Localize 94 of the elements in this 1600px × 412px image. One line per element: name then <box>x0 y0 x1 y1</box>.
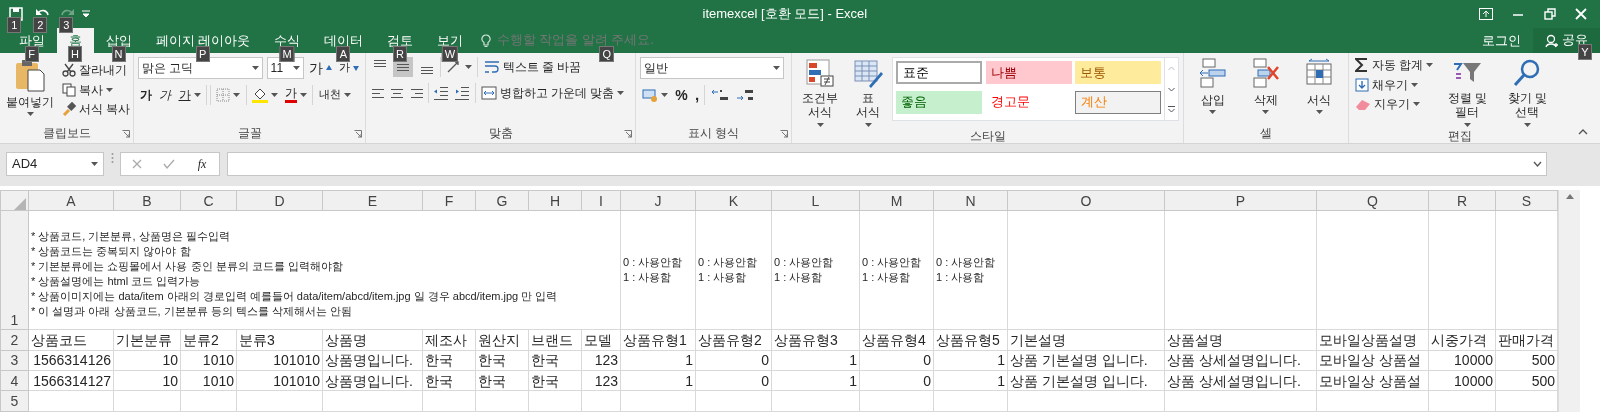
group-label: 글꼴 <box>237 126 262 141</box>
table-cell: 분류2 <box>180 329 237 351</box>
table-cell: 101010 <box>236 370 323 391</box>
table-cell: 10000 <box>1428 350 1496 371</box>
table-cell: 1 <box>771 370 860 391</box>
group-label: 셀 <box>1260 126 1272 141</box>
table-cell: 101010 <box>236 350 323 371</box>
table-cell: 1010 <box>180 350 237 371</box>
keytip-tooltip: N <box>111 46 126 62</box>
keytip-tooltip: 1 <box>7 17 22 33</box>
table-cell: 한국 <box>475 370 529 391</box>
table-cell: 1 <box>620 350 696 371</box>
keytip-tooltip: P <box>195 46 210 62</box>
table-cell: 한국 <box>475 350 529 371</box>
table-cell: 제조사 <box>422 329 476 351</box>
table-cell: 판매가격 <box>1495 329 1558 351</box>
table-cell: 1 <box>620 370 696 391</box>
table-cell: 시중가격 <box>1428 329 1496 351</box>
table-cell: 분류3 <box>236 329 323 351</box>
table-cell: 상품 기본설명 입니다. <box>1007 370 1165 391</box>
cell-text: 0 : 사용안함 <box>774 255 835 271</box>
table-cell: 기본분류 <box>113 329 181 351</box>
table-cell: 1 <box>771 350 860 371</box>
group-label: 스타일 <box>969 128 1006 144</box>
table-cell: 상품명입니다. <box>322 370 423 391</box>
table-cell: 상품유형2 <box>695 329 772 351</box>
table-cell: 한국 <box>422 370 476 391</box>
cell-text: 1 : 사용함 <box>623 270 673 286</box>
table-cell: 10000 <box>1428 370 1496 391</box>
table-cell: 123 <box>581 350 621 371</box>
table-cell: 한국 <box>422 350 476 371</box>
table-cell: 1 <box>933 350 1008 371</box>
cell-text: 0 : 사용안함 <box>623 255 684 271</box>
table-cell: 모델 <box>581 329 621 351</box>
table-cell: 상품설명 <box>1164 329 1317 351</box>
table-cell: 1 <box>933 370 1008 391</box>
cell-text: 1 : 사용함 <box>698 270 748 286</box>
table-cell: 한국 <box>528 370 582 391</box>
table-cell: 모바일상 상품설 <box>1316 370 1429 391</box>
table-cell: 10 <box>113 370 181 391</box>
note-text: * 이 설명과 아래 상품코드, 기본분류 등의 텍스를 삭제해서는 안됨 <box>31 304 353 320</box>
cell-text: 0 : 사용안함 <box>936 255 997 271</box>
table-cell: 1566314127 <box>28 370 114 391</box>
keytip-tooltip: Y <box>1578 44 1592 60</box>
keytip-tooltip: R <box>393 46 407 62</box>
keytip-tooltip: Q <box>599 46 615 62</box>
table-cell: 상품명입니다. <box>322 350 423 371</box>
table-cell: 상품코드 <box>28 329 114 351</box>
table-cell: 0 <box>695 350 772 371</box>
cell-text: 1 : 사용함 <box>862 270 912 286</box>
table-cell: 500 <box>1495 370 1558 391</box>
table-cell: 상품유형3 <box>771 329 860 351</box>
table-cell: 0 <box>695 370 772 391</box>
cell-text: 0 : 사용안함 <box>862 255 923 271</box>
group-label: 맞춤 <box>488 126 513 141</box>
table-cell: 상품 기본설명 입니다. <box>1007 350 1165 371</box>
table-cell: 0 <box>859 350 934 371</box>
table-cell: 0 <box>859 370 934 391</box>
table-cell: 상품명 <box>322 329 423 351</box>
note-text: * 상품설명에는 html 코드 입력가능 <box>31 274 202 290</box>
keytip-tooltip: F <box>24 46 39 62</box>
cell-text: 0 : 사용안함 <box>698 255 759 271</box>
table-cell: 1010 <box>180 370 237 391</box>
cell-text: 1 : 사용함 <box>774 270 824 286</box>
keytip-tooltip: 3 <box>59 17 74 33</box>
group-label: 표시 형식 <box>687 126 740 141</box>
table-cell: 123 <box>581 370 621 391</box>
table-cell: 10 <box>113 350 181 371</box>
table-cell: 상품 상세설명입니다. <box>1164 350 1317 371</box>
table-cell: 1566314126 <box>28 350 114 371</box>
table-cell: 상품유형1 <box>620 329 696 351</box>
window-title: itemexcel [호환 모드] - Excel <box>701 5 869 24</box>
table-cell: 상품유형5 <box>933 329 1008 351</box>
table-cell: 기본설명 <box>1007 329 1165 351</box>
table-cell: 모바일상품설명 <box>1316 329 1429 351</box>
keytip-tooltip: H <box>68 46 82 62</box>
table-cell: 원산지 <box>475 329 529 351</box>
group-label: 클립보드 <box>42 126 91 141</box>
table-cell: 상품유형4 <box>859 329 934 351</box>
table-cell: 500 <box>1495 350 1558 371</box>
keytip-tooltip: W <box>441 46 459 62</box>
table-cell: 브랜드 <box>528 329 582 351</box>
note-text: * 상품이미지에는 data/item 아래의 경로입력 예를들어 data/item/abcd/item.jpg 일 경우 abcd/item.jpg 만 입력 <box>31 289 559 305</box>
note-text: * 상품코드는 중복되지 않아야 함 <box>31 244 192 260</box>
note-text: * 기본분류에는 쇼핑몰에서 사용 중인 분류의 코드를 입력해야함 <box>31 259 344 275</box>
table-cell: 한국 <box>528 350 582 371</box>
keytip-tooltip: M <box>279 46 295 62</box>
cell-text: 1 : 사용함 <box>936 270 986 286</box>
table-cell: 모바일상 상품설 <box>1316 350 1429 371</box>
table-cell: 상품 상세설명입니다. <box>1164 370 1317 391</box>
keytip-tooltip: A <box>336 46 351 62</box>
note-text: * 상품코드, 기본분류, 상품명은 필수입력 <box>31 229 231 245</box>
group-label: 편집 <box>1448 128 1472 144</box>
keytip-tooltip: 2 <box>33 17 48 33</box>
